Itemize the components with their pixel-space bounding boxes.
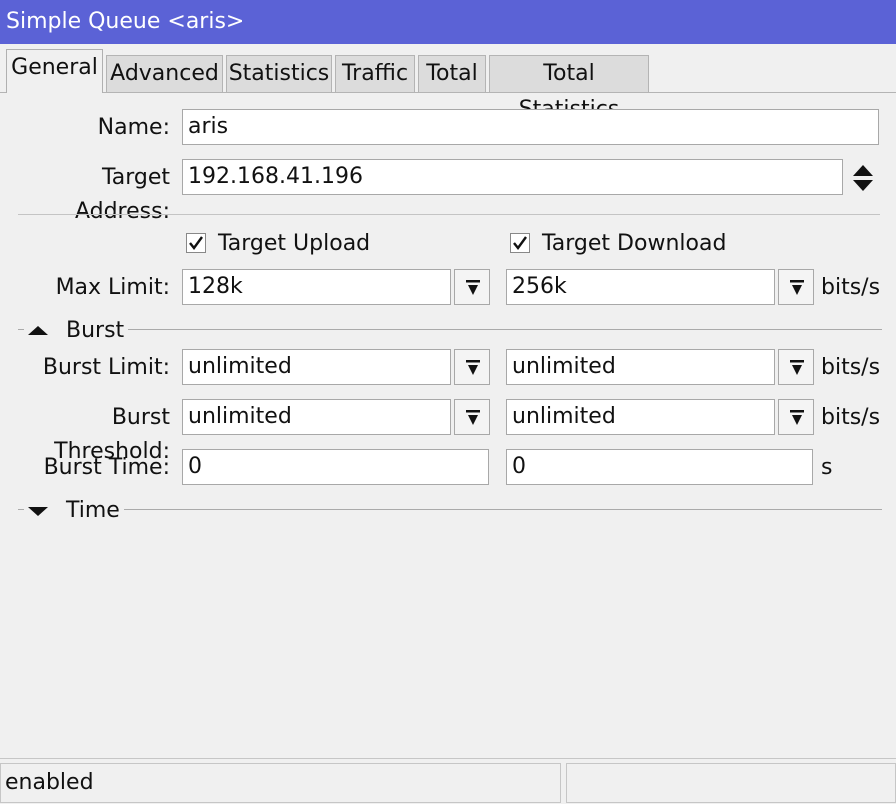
max-limit-download-field[interactable]: 256k: [506, 269, 775, 305]
tab-bar: General Advanced Statistics Traffic Tota…: [0, 44, 896, 122]
collapse-arrow-icon: [28, 326, 48, 335]
dropdown-arrow-icon: [466, 360, 480, 375]
tab-total[interactable]: Total: [418, 55, 486, 92]
dropdown-arrow-icon: [466, 280, 480, 295]
burst-limit-upload-field[interactable]: unlimited: [182, 349, 451, 385]
tab-general[interactable]: General: [6, 49, 103, 93]
tab-traffic[interactable]: Traffic: [335, 55, 415, 92]
burst-limit-download-dropdown[interactable]: [778, 349, 814, 385]
dropdown-arrow-icon: [790, 410, 804, 425]
tab-advanced[interactable]: Advanced: [106, 55, 223, 92]
expand-arrow-icon: [28, 507, 48, 516]
burst-limit-download-field[interactable]: unlimited: [506, 349, 775, 385]
target-upload-label: Target Upload: [218, 231, 371, 256]
burst-time-upload-field[interactable]: 0: [182, 449, 489, 485]
status-text: enabled: [0, 763, 561, 803]
target-address-label: Target Address:: [74, 165, 170, 224]
burst-threshold-upload-dropdown[interactable]: [454, 399, 490, 435]
time-section-toggle[interactable]: Time: [24, 496, 124, 526]
burst-time-download-field[interactable]: 0: [506, 449, 813, 485]
burst-threshold-unit: bits/s: [821, 405, 881, 430]
dropdown-arrow-icon: [466, 410, 480, 425]
tab-divider: [0, 92, 896, 93]
name-label: Name:: [97, 115, 170, 140]
time-section-line: [18, 509, 882, 510]
burst-section-line: [18, 329, 882, 330]
burst-threshold-label: Burst Threshold:: [54, 405, 170, 464]
target-download-label: Target Download: [542, 231, 727, 256]
burst-threshold-download-dropdown[interactable]: [778, 399, 814, 435]
max-limit-unit: bits/s: [821, 275, 881, 300]
burst-limit-unit: bits/s: [821, 355, 881, 380]
target-download-checkbox[interactable]: [510, 233, 530, 253]
target-address-field[interactable]: 192.168.41.196: [182, 159, 843, 195]
max-limit-download-dropdown[interactable]: [778, 269, 814, 305]
burst-time-unit: s: [821, 455, 833, 480]
status-right-cell: [566, 763, 896, 803]
burst-time-label: Burst Time:: [43, 455, 170, 480]
burst-threshold-upload-field[interactable]: unlimited: [182, 399, 451, 435]
name-field[interactable]: aris: [182, 109, 879, 145]
burst-section-toggle[interactable]: Burst: [24, 316, 129, 346]
max-limit-label: Max Limit:: [55, 275, 170, 300]
dropdown-arrow-icon: [790, 360, 804, 375]
burst-limit-label: Burst Limit:: [42, 355, 170, 380]
tab-total-statistics[interactable]: Total Statistics: [489, 55, 649, 122]
burst-threshold-download-field[interactable]: unlimited: [506, 399, 775, 435]
status-bar: enabled: [0, 758, 896, 804]
burst-section-label: Burst: [62, 316, 129, 346]
dropdown-arrow-icon: [790, 280, 804, 295]
target-upload-checkbox[interactable]: [186, 233, 206, 253]
burst-limit-upload-dropdown[interactable]: [454, 349, 490, 385]
tab-statistics[interactable]: Statistics: [226, 55, 332, 92]
window-title: Simple Queue <aris>: [0, 0, 896, 44]
time-section-label: Time: [62, 496, 124, 526]
max-limit-upload-dropdown[interactable]: [454, 269, 490, 305]
up-down-arrows-icon[interactable]: [850, 162, 876, 194]
max-limit-upload-field[interactable]: 128k: [182, 269, 451, 305]
separator-line: [18, 214, 880, 215]
